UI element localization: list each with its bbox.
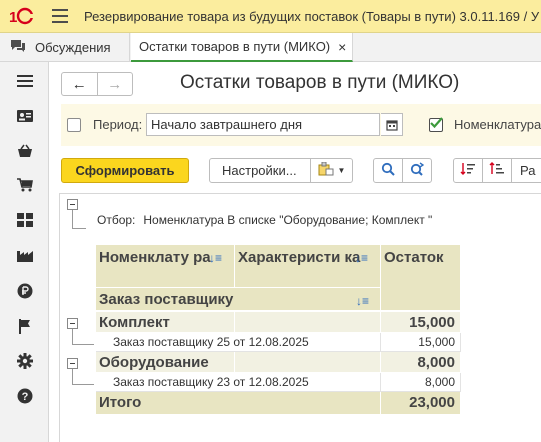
- search-next-button[interactable]: [402, 158, 432, 183]
- back-button[interactable]: ←: [62, 73, 97, 95]
- period-label: Период:: [93, 117, 143, 132]
- navigation-buttons: ← →: [61, 72, 133, 96]
- total-label: Итого: [96, 392, 381, 414]
- filter-value: Номенклатура В списке "Оборудование; Ком…: [143, 213, 433, 227]
- search-refresh-icon: [410, 162, 425, 179]
- chevron-down-icon: ▼: [337, 166, 346, 175]
- group-row-value: 8,000: [381, 352, 461, 373]
- production-icon[interactable]: [16, 246, 34, 264]
- menu-icon[interactable]: [16, 72, 34, 90]
- app-window: 1 Резервирование товара из будущих поста…: [0, 0, 541, 442]
- sort-ascending-icon: [460, 162, 476, 179]
- report-form: ← → Остатки товаров в пути (МИКО) Период…: [49, 62, 541, 442]
- nomenclature-checkbox[interactable]: [429, 117, 443, 132]
- sort-icon[interactable]: ↓≡: [209, 249, 222, 268]
- ruble-icon[interactable]: [16, 282, 34, 300]
- column-header-supplier-order[interactable]: Заказ поставщику ↓≡: [96, 288, 381, 311]
- group-row-name: Оборудование: [96, 352, 235, 373]
- outline-line: [72, 384, 94, 385]
- detail-row-value: 8,000: [381, 373, 461, 392]
- period-field[interactable]: Начало завтрашнего дня ▼: [146, 113, 380, 136]
- sort-icon[interactable]: ↓≡: [355, 249, 368, 268]
- svg-text:1: 1: [9, 9, 17, 25]
- period-value: Начало завтрашнего дня: [151, 117, 303, 132]
- flag-icon[interactable]: [16, 317, 34, 335]
- report-filter: Отбор: Номенклатура В списке "Оборудовани…: [97, 213, 432, 227]
- sort-descending-icon: [489, 162, 505, 179]
- variants-dropdown-button[interactable]: ▼: [310, 158, 353, 183]
- discussions-icon: [10, 39, 26, 56]
- command-bar: Сформировать Настройки... ▼ Ра: [61, 158, 541, 184]
- outline-line: [72, 329, 73, 345]
- column-header-nomenclature[interactable]: Номенклату ра ↓≡: [96, 245, 235, 288]
- 1c-logo[interactable]: 1: [8, 6, 36, 26]
- outline-line: [72, 344, 94, 345]
- search-button[interactable]: [373, 158, 403, 183]
- total-value: 23,000: [381, 392, 461, 414]
- sections-sidebar: ?: [0, 62, 49, 442]
- grid-icon[interactable]: [16, 211, 34, 229]
- tab-strip: Обсуждения Остатки товаров в пути (МИКО)…: [0, 33, 541, 62]
- parameters-panel: Период: Начало завтрашнего дня ▼ Номенкл…: [61, 104, 541, 146]
- nomenclature-label: Номенклатура:: [454, 117, 541, 132]
- cart-icon[interactable]: [16, 176, 34, 194]
- basket-icon[interactable]: [16, 142, 34, 160]
- period-checkbox[interactable]: [67, 118, 81, 132]
- contacts-icon[interactable]: [16, 107, 34, 125]
- group-row-name: Комплект: [96, 312, 235, 333]
- group-row-characteristic: [235, 312, 381, 333]
- tab-stock-in-transit[interactable]: Остатки товаров в пути (МИКО) ×: [131, 33, 353, 62]
- calendar-icon[interactable]: [381, 113, 403, 136]
- outline-line: [72, 228, 86, 229]
- settings-button[interactable]: Настройки...: [209, 158, 311, 183]
- outline-line: [72, 369, 73, 385]
- column-header-remainder[interactable]: Остаток: [381, 245, 461, 311]
- sort-descending-button[interactable]: [482, 158, 512, 183]
- collapse-group-icon[interactable]: [67, 318, 78, 329]
- detail-row-value: 15,000: [381, 333, 461, 352]
- generate-button[interactable]: Сформировать: [61, 158, 189, 183]
- close-icon[interactable]: ×: [338, 39, 346, 55]
- sort-ascending-button[interactable]: [453, 158, 483, 183]
- forward-button[interactable]: →: [96, 73, 133, 95]
- tab-discussions-label: Обсуждения: [35, 40, 111, 55]
- page-title: Остатки товаров в пути (МИКО): [180, 72, 460, 93]
- tab-active-label: Остатки товаров в пути (МИКО): [139, 39, 331, 54]
- svg-text:?: ?: [22, 391, 29, 403]
- outline-line: [72, 210, 73, 228]
- search-icon: [381, 162, 395, 179]
- collapse-filter-icon[interactable]: [67, 199, 78, 210]
- sort-icon[interactable]: ↓≡: [356, 292, 369, 310]
- collapse-group-icon[interactable]: [67, 358, 78, 369]
- help-icon[interactable]: ?: [16, 387, 34, 405]
- group-row-characteristic: [235, 352, 381, 373]
- detail-row-order[interactable]: Заказ поставщику 25 от 12.08.2025: [96, 333, 381, 352]
- main-menu-icon[interactable]: [52, 9, 68, 23]
- more-button[interactable]: Ра: [511, 158, 541, 183]
- title-bar: 1 Резервирование товара из будущих поста…: [0, 0, 541, 33]
- gear-icon[interactable]: [16, 352, 34, 370]
- group-row-value: 15,000: [381, 312, 461, 333]
- filter-label: Отбор:: [97, 213, 136, 227]
- tab-discussions[interactable]: Обсуждения: [0, 33, 130, 62]
- report-variants-icon: [318, 161, 334, 179]
- column-header-characteristic[interactable]: Характеристи ка ↓≡: [235, 245, 381, 288]
- window-title: Резервирование товара из будущих поставо…: [84, 8, 540, 24]
- report-spreadsheet[interactable]: Отбор: Номенклатура В списке "Оборудовани…: [59, 193, 541, 442]
- detail-row-order[interactable]: Заказ поставщику 23 от 12.08.2025: [96, 373, 381, 392]
